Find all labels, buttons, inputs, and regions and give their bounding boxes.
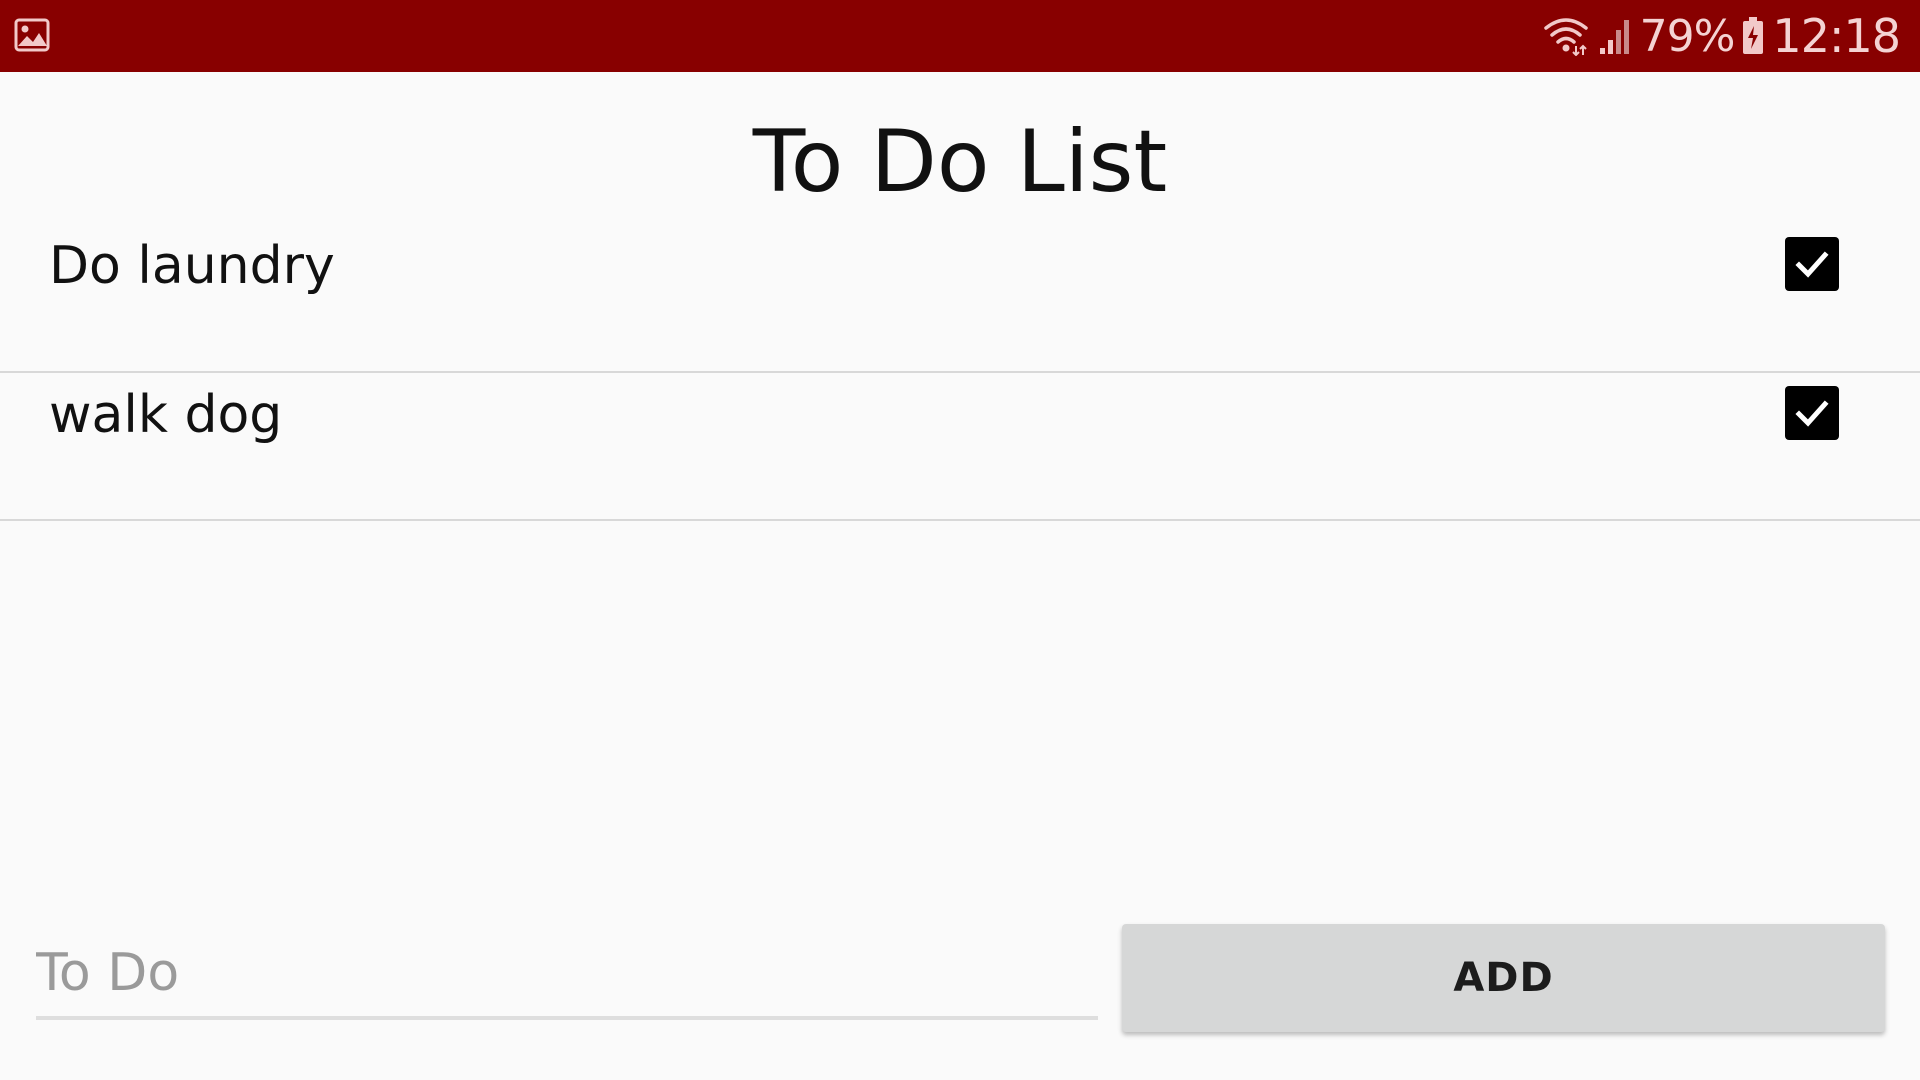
todo-checkbox[interactable] [1785,386,1839,440]
signal-icon [1598,16,1632,56]
status-bar: 79% 12:18 [0,0,1920,72]
wifi-icon [1542,16,1590,56]
add-button[interactable]: ADD [1122,924,1885,1032]
image-icon [14,18,50,52]
battery-percent: 79% [1639,10,1736,62]
todo-checkbox[interactable] [1785,237,1839,291]
checkmark-icon [1795,251,1829,278]
todo-item: walk dog [0,373,1920,521]
clock: 12:18 [1772,9,1901,63]
page-title: To Do List [752,112,1168,212]
todo-item-label: Do laundry [49,236,335,296]
todo-item: Do laundry [0,225,1920,373]
battery-charging-icon [1742,17,1764,55]
todo-list: Do laundry walk dog [0,225,1920,521]
checkmark-icon [1795,400,1829,427]
todo-input[interactable] [36,930,1098,1020]
status-indicators: 79% 12:18 [1542,0,1901,72]
todo-item-label: walk dog [49,385,283,445]
